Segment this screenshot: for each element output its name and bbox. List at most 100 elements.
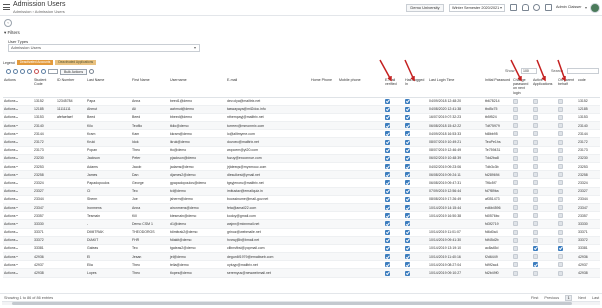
row-actions-button[interactable]: Actions (4, 238, 19, 242)
column-header[interactable]: On parent behalf (557, 77, 577, 98)
table-row[interactable]: Actions 42937 Elia Theo telia@demo oytuyp@mai… (3, 260, 600, 270)
column-header[interactable]: E-mail verified (384, 77, 404, 98)
user-types-select[interactable]: Admission Users (8, 44, 200, 52)
column-header[interactable]: Active Applications (532, 77, 557, 98)
table-row[interactable]: Actions 23173 Popan Theo tto@demo wopoem@yt20… (3, 146, 600, 155)
avatar[interactable] (590, 3, 600, 13)
print-icon[interactable] (20, 69, 25, 74)
mail-icon[interactable] (510, 4, 517, 11)
row-actions-button[interactable]: Actions (4, 222, 19, 226)
column-header[interactable]: Initial Password (484, 77, 512, 98)
pagination-first[interactable]: First (531, 296, 538, 300)
chevron-down-icon[interactable] (585, 7, 587, 9)
table-row[interactable]: Actions 33330 - Demo CSM 1 d1@demo wajnn@mixn… (3, 219, 600, 229)
row-actions-button[interactable]: Actions (4, 99, 19, 103)
row-actions-button[interactable]: Actions (4, 189, 19, 193)
export-icon[interactable] (13, 69, 18, 74)
row-actions-button[interactable]: Actions (4, 173, 19, 177)
row-actions-button[interactable]: Actions (4, 206, 19, 210)
row-actions-button[interactable]: Actions (4, 263, 19, 267)
row-actions-button[interactable]: Actions (4, 148, 19, 152)
table-row[interactable]: Actions 23357 Tesmain Kill ktesmain@demo kodo… (3, 211, 600, 221)
table-row[interactable]: Actions 33381 Galeas Teo tgaleas2@demo cllbns… (3, 244, 600, 254)
table-row[interactable]: Actions 23258 James Dan djames2@demo dlesulke… (3, 170, 600, 180)
column-header[interactable]: code (577, 77, 600, 98)
chevron-down-icon (16, 166, 19, 168)
column-header[interactable]: Mobile phone (338, 77, 384, 98)
column-header[interactable]: Student Code (33, 77, 56, 98)
filters-toggle[interactable]: ▾ Filters (4, 30, 20, 36)
pagination-last[interactable]: Last (592, 296, 599, 300)
table-row[interactable]: Actions 23230 Jackson Peter pjackson@demo fuz… (3, 154, 600, 164)
university-button[interactable]: Demo University (406, 4, 444, 12)
user-name[interactable]: Admin Claisser (556, 5, 582, 9)
table-cell (338, 154, 384, 164)
row-actions-button[interactable]: Actions (4, 214, 19, 218)
columns-toggle[interactable] (48, 69, 58, 74)
column-header[interactable]: Last Name (86, 77, 131, 98)
pagination-previous[interactable]: Previous (544, 296, 559, 300)
horizontal-scrollbar[interactable] (2, 301, 600, 305)
table-cell: 04/09/2018 16:53:33 (428, 129, 484, 139)
row-actions-button[interactable]: Actions (4, 230, 19, 234)
table-row[interactable]: Actions 23172 Kruki Idok ikruk@demo dovoeo@ma… (3, 137, 600, 147)
table-row[interactable]: Actions 33371 DIMITRAK THEODOROS tdimitrak2@… (3, 228, 600, 237)
help-icon[interactable] (533, 4, 540, 11)
table-row[interactable]: Actions 23327 Cl Teo tcl@demo imitustav@email… (3, 187, 600, 196)
row-actions-button[interactable]: Actions (4, 246, 19, 250)
refresh-icon[interactable] (89, 69, 95, 74)
semester-select[interactable]: Winter Semester 2020/2021 (449, 4, 505, 12)
table-row[interactable]: Actions 42938 Lopes Theo tlopes@demo seremyus… (3, 268, 600, 278)
table-cell: 10/14/2019 11:01:07 (428, 228, 484, 237)
row-actions-button[interactable]: Actions (4, 132, 19, 136)
back-button[interactable]: ‹ (4, 19, 12, 27)
row-actions-button[interactable]: Actions (4, 115, 19, 119)
table-row[interactable]: Actions 13152 12345784 Papa Anna beed1@demo de… (3, 97, 600, 106)
column-header[interactable]: Has Logged In (404, 77, 428, 98)
column-header[interactable]: Username (169, 77, 226, 98)
table-row[interactable]: Actions 23324 Papadopoulos George gpapadopou… (3, 178, 600, 188)
column-header[interactable]: Change password on next login (512, 77, 532, 98)
table-cell (512, 137, 532, 147)
row-actions-button[interactable]: Actions (4, 255, 19, 259)
search-input[interactable] (567, 68, 599, 74)
column-header[interactable]: ID Number (56, 77, 86, 98)
row-actions-button[interactable]: Actions (4, 156, 19, 160)
row-actions-button[interactable]: Actions (4, 140, 19, 144)
table-row[interactable]: Actions 23140 Kilo Teofilo tkilo@demo turreex… (3, 121, 600, 131)
column-header[interactable]: E-mail (226, 77, 310, 98)
scrollbar-thumb[interactable] (12, 302, 572, 305)
row-actions-button[interactable]: Actions (4, 124, 19, 128)
breadcrumb-item[interactable]: Admission (13, 9, 31, 14)
table-row[interactable]: Actions 12185 11111111 Ahmut Ali aahmut@demo t… (3, 105, 600, 114)
column-header[interactable]: First Name (131, 77, 169, 98)
breadcrumb-item[interactable]: Admission Users (35, 9, 65, 14)
add-icon[interactable] (6, 69, 11, 74)
table-row[interactable]: Actions 42936 El Jesan jel@demo degun6f1979@e… (3, 252, 600, 262)
top-bar: Admission Users Admission›Admission User… (0, 0, 602, 16)
table-cell (384, 162, 404, 172)
table-row[interactable]: Actions 23144 Kram Kam kkram@demo lo@alltmyme… (3, 129, 600, 139)
table-row[interactable]: Actions 23347 Ironmens Anna aironmens@demo fe… (3, 203, 600, 213)
notifications-icon[interactable] (522, 4, 529, 11)
hamburger-menu-icon[interactable] (3, 4, 10, 10)
import-icon[interactable] (41, 69, 46, 74)
column-header[interactable]: Actions (3, 77, 33, 98)
table-row[interactable]: Actions 33372 DIAKIT FHR fdiakit@demo hvcwyj5… (3, 236, 600, 245)
email-icon[interactable] (27, 69, 32, 74)
row-actions-button[interactable]: Actions (4, 197, 19, 201)
row-actions-button[interactable]: Actions (4, 181, 19, 185)
table-row[interactable]: Actions 23253 Adams Jacob jadams@demo jrjtdee… (3, 162, 600, 172)
delete-icon[interactable] (34, 69, 39, 74)
page-size-select[interactable]: 100 (521, 68, 537, 74)
bulk-actions-button[interactable]: Bulk Actions (60, 68, 88, 75)
column-header[interactable]: Home Phone (310, 77, 338, 98)
row-actions-button[interactable]: Actions (4, 107, 19, 111)
row-actions-button[interactable]: Actions (4, 165, 19, 169)
apps-icon[interactable] (545, 4, 552, 11)
column-header[interactable]: Last Login Time (428, 77, 484, 98)
table-row[interactable]: Actions 23344 Sherm Joe jsherm@demo boossinum… (3, 195, 600, 204)
table-row[interactable]: Actions 13153 afefaefaef Beed Beed bbeed@demo… (3, 113, 600, 123)
pagination-next[interactable]: Next (578, 296, 586, 300)
row-actions-button[interactable]: Actions (4, 271, 19, 275)
